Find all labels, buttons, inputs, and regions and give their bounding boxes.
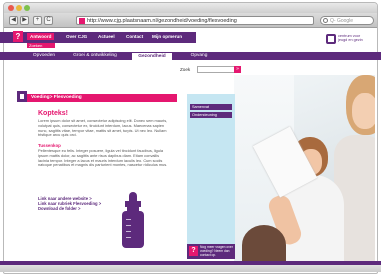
sidebar-button-samenvat[interactable]: Samenvat xyxy=(190,104,232,110)
section-marker-icon xyxy=(17,91,27,102)
address-bar[interactable]: http://www.cjg.plaatsnaam.nl/gezondheid/… xyxy=(76,16,314,25)
topnav-contact[interactable]: Contact xyxy=(126,34,143,39)
children-photo xyxy=(234,75,375,261)
forward-button[interactable]: ▶ xyxy=(20,16,29,25)
browser-toolbar: ◀ ▶ + C http://www.cjg.plaatsnaam.nl/gez… xyxy=(4,13,377,28)
page-heading: Kopteks! xyxy=(38,110,68,117)
zoom-window-button[interactable] xyxy=(24,5,30,11)
search-icon xyxy=(323,18,328,23)
link-download-folder[interactable]: Download de folder > xyxy=(38,206,80,211)
site-search-go-button[interactable]: » xyxy=(234,66,241,73)
topnav-sub-zoeken[interactable]: Zoeken xyxy=(27,43,55,48)
mainnav-opvang[interactable]: Opvang xyxy=(184,52,214,60)
close-window-button[interactable] xyxy=(8,5,14,11)
help-text: Nog meer vragen over voeding? Neem dan c… xyxy=(200,245,233,257)
topnav-antwoord[interactable]: Antwoord xyxy=(27,33,55,40)
topnav-actueel[interactable]: Actueel xyxy=(98,34,115,39)
main-nav: Opvoeden Groei & ontwikkeling Gezondheid… xyxy=(0,52,381,60)
brand-logo-text: centrum voor jeugd en gezin xyxy=(338,34,363,42)
sidebar-button-ondersteuning[interactable]: Ondersteuning xyxy=(190,112,232,118)
intro-paragraph: Lorem ipsum dolor sit amet, consectetur … xyxy=(38,118,168,138)
reload-button[interactable]: C xyxy=(44,16,53,25)
body-paragraph: Pellentesque eu felis. Integer posuere, … xyxy=(38,148,168,168)
topnav-over-cjg[interactable]: Over CJG xyxy=(66,34,87,39)
help-question-icon: ? xyxy=(189,246,198,256)
site-search-input[interactable] xyxy=(197,66,235,73)
back-button[interactable]: ◀ xyxy=(9,16,18,25)
minimize-window-button[interactable] xyxy=(16,5,22,11)
site-search-label: Zoek xyxy=(180,67,191,72)
url-text: http://www.cjg.plaatsnaam.nl/gezondheid/… xyxy=(87,18,237,24)
mainnav-groei-ontwikkeling[interactable]: Groei & ontwikkeling xyxy=(66,52,124,60)
title-bar xyxy=(4,3,377,13)
browser-status-bar xyxy=(0,265,381,272)
favicon-icon xyxy=(79,18,85,24)
brand-logo-icon xyxy=(326,34,336,44)
site-logo-icon[interactable]: ? xyxy=(13,31,23,42)
brand-logo[interactable]: centrum voor jeugd en gezin xyxy=(326,33,370,45)
section-title-bar: Voeding> Flesvoeding xyxy=(27,94,177,102)
topnav-mijn-opmerun[interactable]: Mijn opmerun xyxy=(152,34,182,39)
mainnav-gezondheid[interactable]: Gezondheid xyxy=(132,53,172,60)
browser-search-field[interactable]: Q- Google xyxy=(320,16,374,25)
topnav-home[interactable]: Home xyxy=(201,34,214,39)
mainnav-opvoeden[interactable]: Opvoeden xyxy=(26,52,62,60)
search-placeholder: Q- Google xyxy=(330,18,354,24)
baby-bottle-icon xyxy=(118,192,148,250)
add-bookmark-button[interactable]: + xyxy=(33,16,42,25)
